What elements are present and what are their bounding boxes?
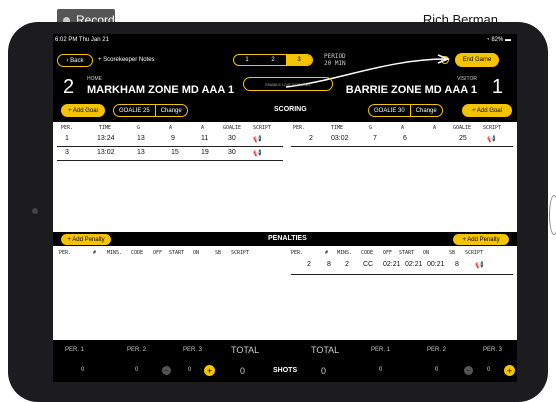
shots-label: SHOTS [273,367,298,374]
home-shots-minus-button[interactable]: – [162,366,171,375]
megaphone-icon[interactable]: 📢 [253,135,262,143]
home-p1-shots: 0 [81,367,85,373]
table-row[interactable]: 2 8 2 CC 02:21 02:21 00:21 8 📢 [287,261,517,273]
col-script: SCRIPT [483,125,502,131]
home-add-penalty-button[interactable]: + Add Penalty [61,234,111,245]
visitor-label: VISITOR [457,76,477,82]
visitor-goalie-label: GOALIE 30 [374,107,405,114]
back-button[interactable]: ‹ Back [57,54,93,67]
col-g: G [369,125,373,131]
col-a2: A [201,125,205,131]
col-goalie: GOALIE [453,125,472,131]
period-1-tab[interactable]: 1 [234,55,260,65]
home-p2-shots: 0 [135,367,139,373]
col-a1: A [401,125,405,131]
row-divider [291,274,513,275]
visitor-goalie-control: GOALIE 30 Change [368,104,443,117]
app-frame: Record Rich Berman 6:02 PM Thu Jan 21 ◔ … [0,0,556,402]
tablet-screen: 6:02 PM Thu Jan 21 ◔ 82% ▬ ‹ Back + Scor… [53,34,517,382]
home-p3-label: PER. 3 [183,347,203,353]
visitor-p2-label: PER. 2 [427,347,447,353]
visitor-shots-plus-button[interactable]: + [504,365,515,376]
home-shots-plus-button[interactable]: + [204,365,215,376]
battery-label: 82% [491,37,504,43]
shots-footer: PER. 1 PER. 2 PER. 3 TOTAL TOTAL PER. 1 … [53,340,517,382]
home-goalie-control: GOALIE 25 Change [113,104,188,117]
home-score: 2 [63,76,75,98]
col-script: SCRIPT [253,125,272,131]
home-total-label: TOTAL [231,345,260,355]
status-time: 6:02 PM Thu Jan 21 [55,37,109,43]
visitor-p3-shots: 0 [487,367,491,373]
home-label: HOME [87,76,102,82]
megaphone-icon[interactable]: 📢 [253,149,262,157]
back-label: Back [70,57,84,64]
battery-icon: ▬ [505,37,511,43]
home-team-name: MARKHAM ZONE MD AAA 1 [87,84,235,96]
end-game-button[interactable]: End Game [455,53,499,67]
row-divider [57,160,283,161]
col-time: TIME [331,125,344,131]
col-time: TIME [99,125,112,131]
col-per: PER. [61,125,74,131]
visitor-shots-minus-button[interactable]: – [464,366,473,375]
visitor-add-penalty-button[interactable]: + Add Penalty [453,234,509,245]
scoring-title: SCORING [274,106,307,113]
visitor-team-name: BARRIE ZONE MD AAA 1 [345,84,477,96]
home-button[interactable] [549,195,556,235]
visitor-score: 1 [491,76,503,98]
megaphone-icon[interactable]: 📢 [475,261,484,269]
megaphone-icon[interactable]: 📢 [487,135,496,143]
col-a2: A [433,125,437,131]
home-total-shots: 0 [240,366,246,376]
game-header: 6:02 PM Thu Jan 21 ◔ 82% ▬ ‹ Back + Scor… [53,34,517,122]
visitor-add-goal-button[interactable]: + Add Goal [462,104,512,117]
visitor-p1-label: PER. 1 [371,347,391,353]
row-divider [57,146,283,147]
scorekeeper-notes-link[interactable]: + Scorekeeper Notes [98,57,155,63]
visitor-change-goalie-button[interactable]: Change [409,105,442,116]
home-p1-label: PER. 1 [65,347,85,353]
wifi-icon: ◔ [486,37,490,43]
row-divider [291,146,513,147]
visitor-p2-shots: 0 [435,367,439,373]
col-per: PER. [293,125,306,131]
home-p2-label: PER. 2 [127,347,147,353]
visitor-total-label: TOTAL [311,345,340,355]
penalties-title: PENALTIES [268,235,307,242]
home-add-goal-button[interactable]: + Add Goal [61,104,105,117]
col-goalie: GOALIE [223,125,242,131]
home-p3-shots: 0 [188,367,192,373]
visitor-total-shots: 0 [321,366,327,376]
home-goalie-label: GOALIE 25 [119,107,150,114]
home-change-goalie-button[interactable]: Change [154,105,187,116]
col-g: G [137,125,141,131]
enable-live-scoring-button[interactable]: ENABLE LIVE SCORING [243,77,333,91]
col-a1: A [169,125,173,131]
camera-dot [32,208,38,214]
visitor-p3-label: PER. 3 [483,347,503,353]
status-battery: ◔ 82% ▬ [486,37,511,43]
visitor-p1-shots: 0 [379,367,383,373]
